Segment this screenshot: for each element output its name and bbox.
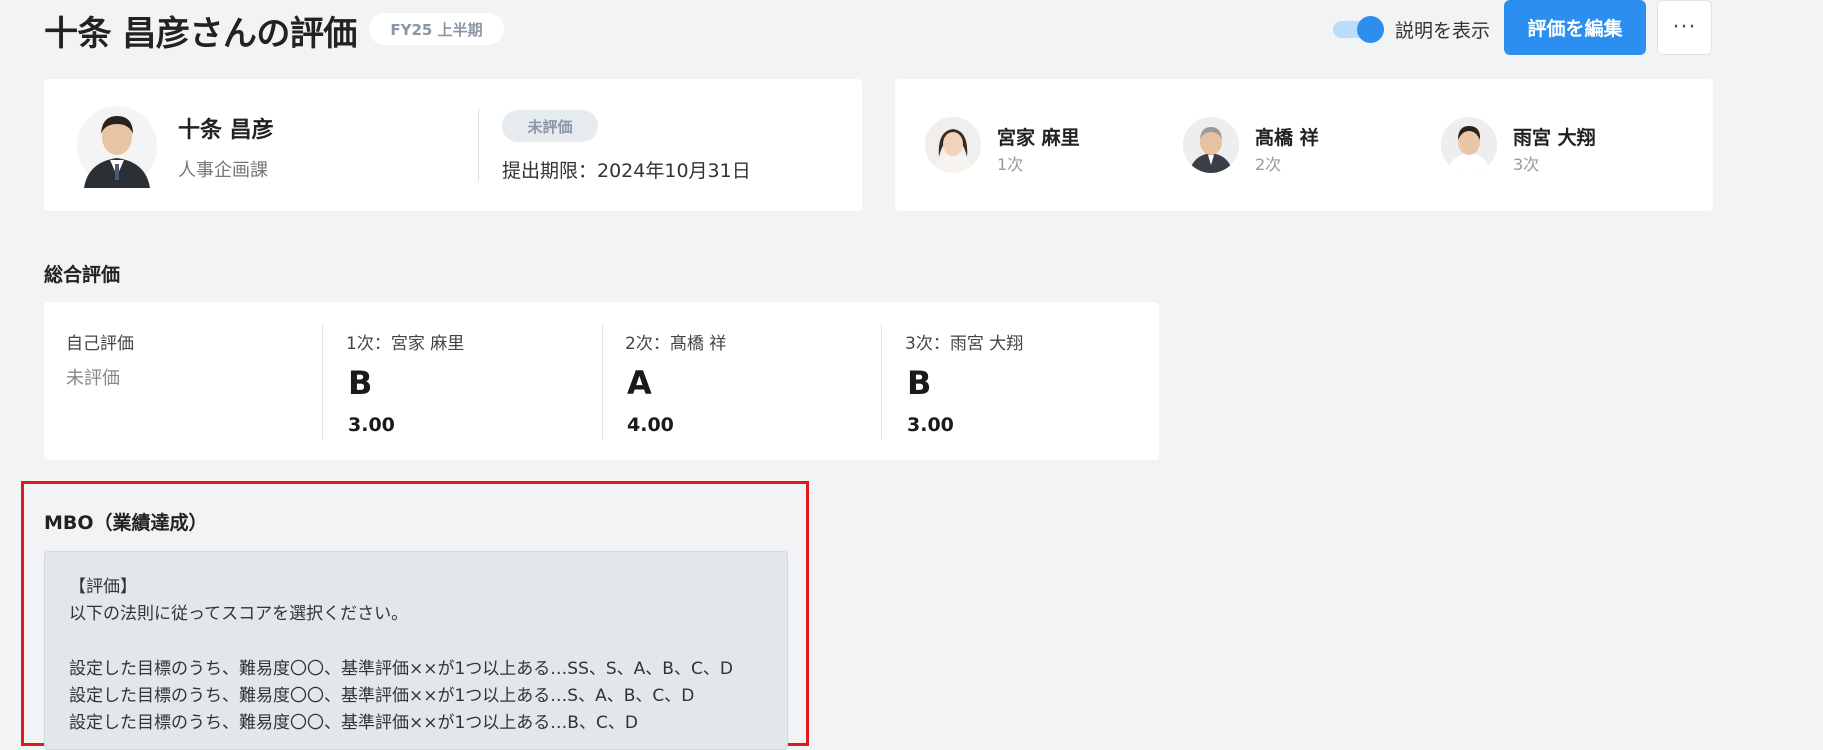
- description-line: 以下の法則に従ってスコアを選択ください。: [69, 604, 409, 624]
- evaluator-level: 2次: [1255, 155, 1282, 174]
- grade: B: [348, 364, 373, 402]
- page-title: 十条 昌彦さんの評価: [44, 14, 357, 54]
- employee-card: 十条 昌彦 人事企画課 未評価 提出期限：2024年10月31日: [44, 79, 862, 211]
- column-label: 3次：雨宮 大翔: [905, 334, 1024, 354]
- divider: [322, 324, 323, 440]
- score: 3.00: [907, 414, 954, 436]
- description-line: 設定した目標のうち、難易度〇〇、基準評価××が1つ以上ある…S、A、B、C、D: [69, 686, 695, 706]
- show-description-toggle[interactable]: [1333, 16, 1384, 43]
- divider: [478, 109, 479, 181]
- evaluator-1: 宮家 麻里 1次: [925, 117, 1165, 177]
- grade: B: [907, 364, 932, 402]
- description-line: 設定した目標のうち、難易度〇〇、基準評価××が1つ以上ある…SS、S、A、B、C…: [69, 659, 733, 679]
- evaluator-name: 雨宮 大翔: [1513, 127, 1596, 149]
- self-evaluation-value: 未評価: [66, 368, 120, 389]
- description-line: 設定した目標のうち、難易度〇〇、基準評価××が1つ以上ある…B、C、D: [69, 713, 638, 733]
- overall-evaluation-card: 自己評価 未評価 1次：宮家 麻里 B 3.00 2次：髙橋 祥 A 4.00 …: [44, 302, 1159, 460]
- evaluator-level: 3次: [1513, 155, 1540, 174]
- evaluation-column-2: 2次：髙橋 祥 A 4.00: [603, 302, 881, 460]
- column-label: 1次：宮家 麻里: [346, 334, 465, 354]
- employee-department: 人事企画課: [178, 160, 268, 181]
- toggle-knob: [1357, 16, 1384, 43]
- overall-section-title: 総合評価: [44, 264, 121, 286]
- evaluators-card: 宮家 麻里 1次 髙橋 祥 2次 雨宮 大翔 3次: [895, 79, 1713, 211]
- evaluator-level: 1次: [997, 155, 1024, 174]
- self-evaluation-column: 自己評価 未評価: [44, 302, 322, 460]
- evaluator-name: 宮家 麻里: [997, 127, 1080, 149]
- evaluation-column-1: 1次：宮家 麻里 B 3.00: [324, 302, 602, 460]
- evaluator-2: 髙橋 祥 2次: [1183, 117, 1423, 177]
- mbo-description: 【評価】 以下の法則に従ってスコアを選択ください。 設定した目標のうち、難易度〇…: [44, 551, 788, 750]
- divider: [881, 324, 882, 440]
- avatar: [74, 104, 160, 188]
- employee-name: 十条 昌彦: [178, 118, 274, 143]
- avatar: [925, 117, 981, 173]
- score: 4.00: [627, 414, 674, 436]
- avatar: [1183, 117, 1239, 173]
- score: 3.00: [348, 414, 395, 436]
- column-label: 自己評価: [66, 334, 134, 354]
- column-label: 2次：髙橋 祥: [625, 334, 727, 354]
- evaluation-column-3: 3次：雨宮 大翔 B 3.00: [883, 302, 1159, 460]
- evaluator-3: 雨宮 大翔 3次: [1441, 117, 1681, 177]
- mbo-section-title: MBO（業績達成）: [44, 512, 208, 534]
- toggle-label: 説明を表示: [1395, 20, 1491, 42]
- submission-deadline: 提出期限：2024年10月31日: [502, 160, 751, 182]
- description-line: 【評価】: [69, 577, 137, 597]
- grade: A: [627, 364, 652, 402]
- period-badge: FY25 上半期: [369, 13, 504, 45]
- more-icon: ···: [1672, 15, 1697, 40]
- avatar: [1441, 117, 1497, 173]
- status-badge: 未評価: [502, 110, 598, 142]
- evaluator-name: 髙橋 祥: [1255, 127, 1319, 149]
- edit-evaluation-button[interactable]: 評価を編集: [1504, 0, 1646, 55]
- more-options-button[interactable]: ···: [1657, 0, 1712, 55]
